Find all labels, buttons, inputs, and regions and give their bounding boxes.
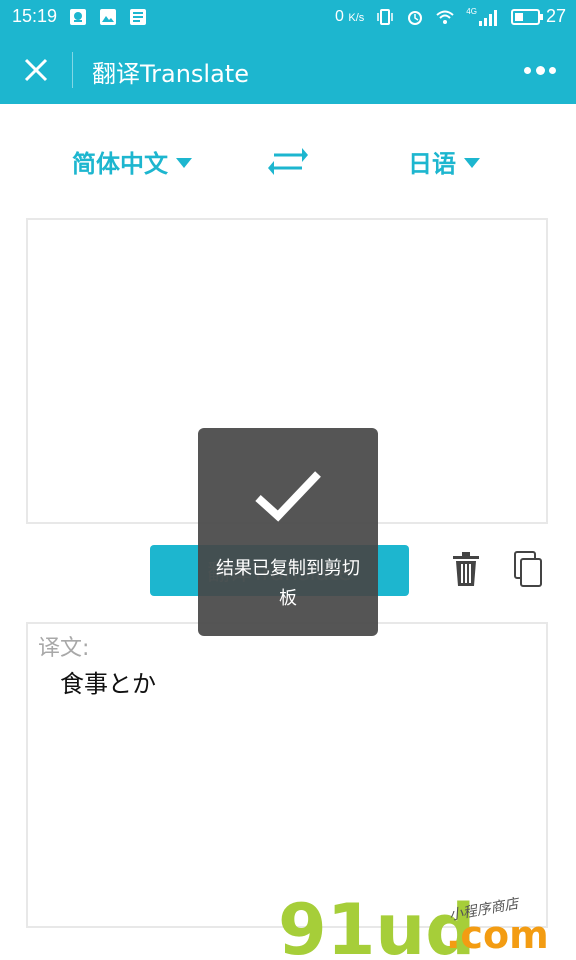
vibrate-icon [377, 8, 394, 25]
qq-notification-icon [70, 8, 87, 25]
wifi-icon [436, 10, 454, 24]
source-caret-down-icon [176, 157, 192, 168]
target-language-label: 日语 [408, 150, 456, 178]
toast-message: 结果已复制到剪切板 [216, 558, 360, 609]
image-notification-icon [100, 8, 117, 25]
language-selector-row: 简体中文 日语 [0, 132, 576, 192]
signal-indicator: 4G [466, 7, 499, 26]
output-text: 食事とか [60, 670, 156, 698]
nav-divider [72, 52, 73, 88]
copy-icon[interactable] [513, 551, 543, 587]
net-speed: 0 K/s [335, 7, 365, 25]
status-bar-right: 0 K/s 4G 27 [335, 6, 566, 27]
source-language-label: 简体中文 [72, 150, 168, 178]
watermark-logo: 91ud .com 小程序商店 [278, 889, 549, 960]
document-notification-icon [130, 8, 147, 25]
more-options-icon[interactable] [524, 62, 556, 78]
trash-icon[interactable] [451, 551, 481, 587]
status-bar-left: 15:19 [12, 6, 147, 27]
status-time: 15:19 [12, 6, 58, 26]
target-caret-down-icon [464, 157, 480, 168]
copied-toast: 结果已复制到剪切板 [198, 428, 378, 636]
swap-languages-icon[interactable] [268, 144, 308, 178]
signal-icon [478, 9, 497, 26]
source-language-dropdown[interactable]: 简体中文 [72, 144, 192, 179]
battery-indicator: 27 [510, 6, 566, 27]
close-icon[interactable] [20, 54, 52, 86]
alarm-icon [408, 10, 423, 25]
page-title: 翻译Translate [92, 60, 249, 88]
output-label: 译文: [38, 636, 90, 661]
target-language-dropdown[interactable]: 日语 [408, 144, 480, 179]
navigation-bar: 翻译Translate [0, 34, 576, 104]
checkmark-icon [255, 471, 321, 522]
battery-icon [510, 8, 543, 25]
battery-level: 27 [545, 6, 566, 26]
status-bar: 15:19 0 K/s 4G 27 [0, 0, 576, 34]
